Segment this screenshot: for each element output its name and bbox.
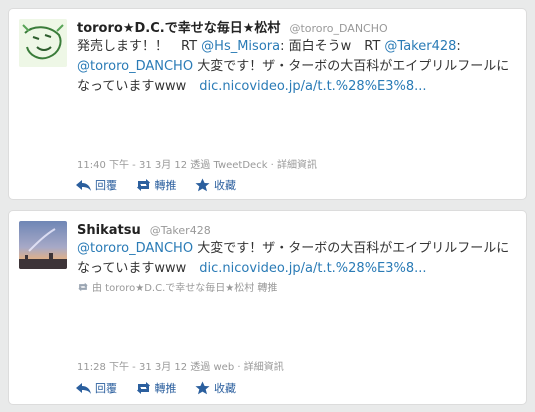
tweet-link[interactable]: dic.nicovideo.jp/a/t.t.%28%E3%8...	[199, 79, 426, 94]
tweet-text: @tororo_DANCHO 大変です！ザ・ターボの大百科がエイプリルフールにな…	[77, 239, 517, 279]
user-name[interactable]: tororo★D.C.で幸せな毎日★松村	[77, 21, 280, 36]
tweet-link[interactable]: @Hs_Misora	[201, 39, 280, 54]
tweet-actions: 回覆 轉推 收藏	[75, 380, 250, 398]
tweet-header: tororo★D.C.で幸せな毎日★松村 @tororo_DANCHO	[77, 17, 388, 36]
tweet-text-segment: 大変です！ザ・ターボの大百科がエイプリルフールに	[193, 241, 510, 256]
retweet-button[interactable]: 轉推	[135, 177, 177, 193]
tweet-text-line: @tororo_DANCHO 大変です！ザ・ターボの大百科がエイプリルフールに	[77, 57, 517, 77]
tweet-text: 発売します！！ RT @Hs_Misora: 面白そうw RT @Taker42…	[77, 37, 517, 97]
favorite-label: 收藏	[214, 179, 236, 192]
star-icon	[195, 178, 210, 192]
reply-icon	[76, 180, 91, 191]
retweet-icon	[78, 282, 88, 291]
favorite-label: 收藏	[214, 382, 236, 395]
user-handle[interactable]: @tororo_DANCHO	[289, 22, 387, 35]
tweet-text-segment: 大変です！ザ・ターボの大百科がエイプリルフールに	[193, 59, 510, 74]
reply-button[interactable]: 回覆	[75, 177, 117, 193]
tweet-card: Shikatsu @Taker428 @tororo_DANCHO 大変です！ザ…	[8, 210, 527, 405]
retweet-icon	[136, 179, 150, 191]
tweet-text-segment: 発売します！！ RT	[77, 39, 202, 54]
avatar[interactable]	[19, 221, 67, 269]
tweet-link[interactable]: @tororo_DANCHO	[77, 241, 193, 256]
tweet-actions: 回覆 轉推 收藏	[75, 177, 250, 195]
tweet-text-line: なっていますwww dic.nicovideo.jp/a/t.t.%28%E3%…	[77, 259, 517, 279]
tweet-text-segment: なっていますwww	[77, 79, 200, 94]
tweet-text-line: 発売します！！ RT @Hs_Misora: 面白そうw RT @Taker42…	[77, 37, 517, 57]
retweeted-by-text[interactable]: 由 tororo★D.C.で幸せな毎日★松村 轉推	[92, 279, 277, 294]
tweet-link[interactable]: @tororo_DANCHO	[77, 59, 193, 74]
tweet-text-segment: : 面白そうw RT	[280, 39, 385, 54]
retweeted-by: 由 tororo★D.C.で幸せな毎日★松村 轉推	[77, 279, 277, 294]
favorite-button[interactable]: 收藏	[194, 380, 236, 396]
tweet-text-line: @tororo_DANCHO 大変です！ザ・ターボの大百科がエイプリルフールに	[77, 239, 517, 259]
reply-label: 回覆	[95, 382, 117, 395]
tweet-text-line: なっていますwww dic.nicovideo.jp/a/t.t.%28%E3%…	[77, 77, 517, 97]
tweet-header: Shikatsu @Taker428	[77, 219, 211, 238]
retweet-label: 轉推	[154, 382, 177, 395]
tweet-link[interactable]: @Taker428	[384, 39, 456, 54]
tweet-text-segment: なっていますwww	[77, 261, 200, 276]
retweet-button[interactable]: 轉推	[135, 380, 177, 396]
tweet-link[interactable]: dic.nicovideo.jp/a/t.t.%28%E3%8...	[199, 261, 426, 276]
star-icon	[195, 381, 210, 395]
avatar[interactable]	[19, 19, 67, 67]
reply-icon	[76, 383, 91, 394]
user-name[interactable]: Shikatsu	[77, 223, 141, 238]
reply-label: 回覆	[95, 179, 117, 192]
tweet-card: tororo★D.C.で幸せな毎日★松村 @tororo_DANCHO 発売しま…	[8, 8, 527, 200]
reply-button[interactable]: 回覆	[75, 380, 117, 396]
tweet-meta[interactable]: 11:40 下午 - 31 3月 12 透過 TweetDeck · 詳細資訊	[77, 156, 317, 171]
tweet-meta[interactable]: 11:28 下午 - 31 3月 12 透過 web · 詳細資訊	[77, 358, 284, 373]
favorite-button[interactable]: 收藏	[194, 177, 236, 193]
retweet-icon	[136, 382, 150, 394]
user-handle[interactable]: @Taker428	[150, 224, 211, 237]
retweet-label: 轉推	[154, 179, 177, 192]
tweet-text-segment: :	[456, 39, 461, 54]
